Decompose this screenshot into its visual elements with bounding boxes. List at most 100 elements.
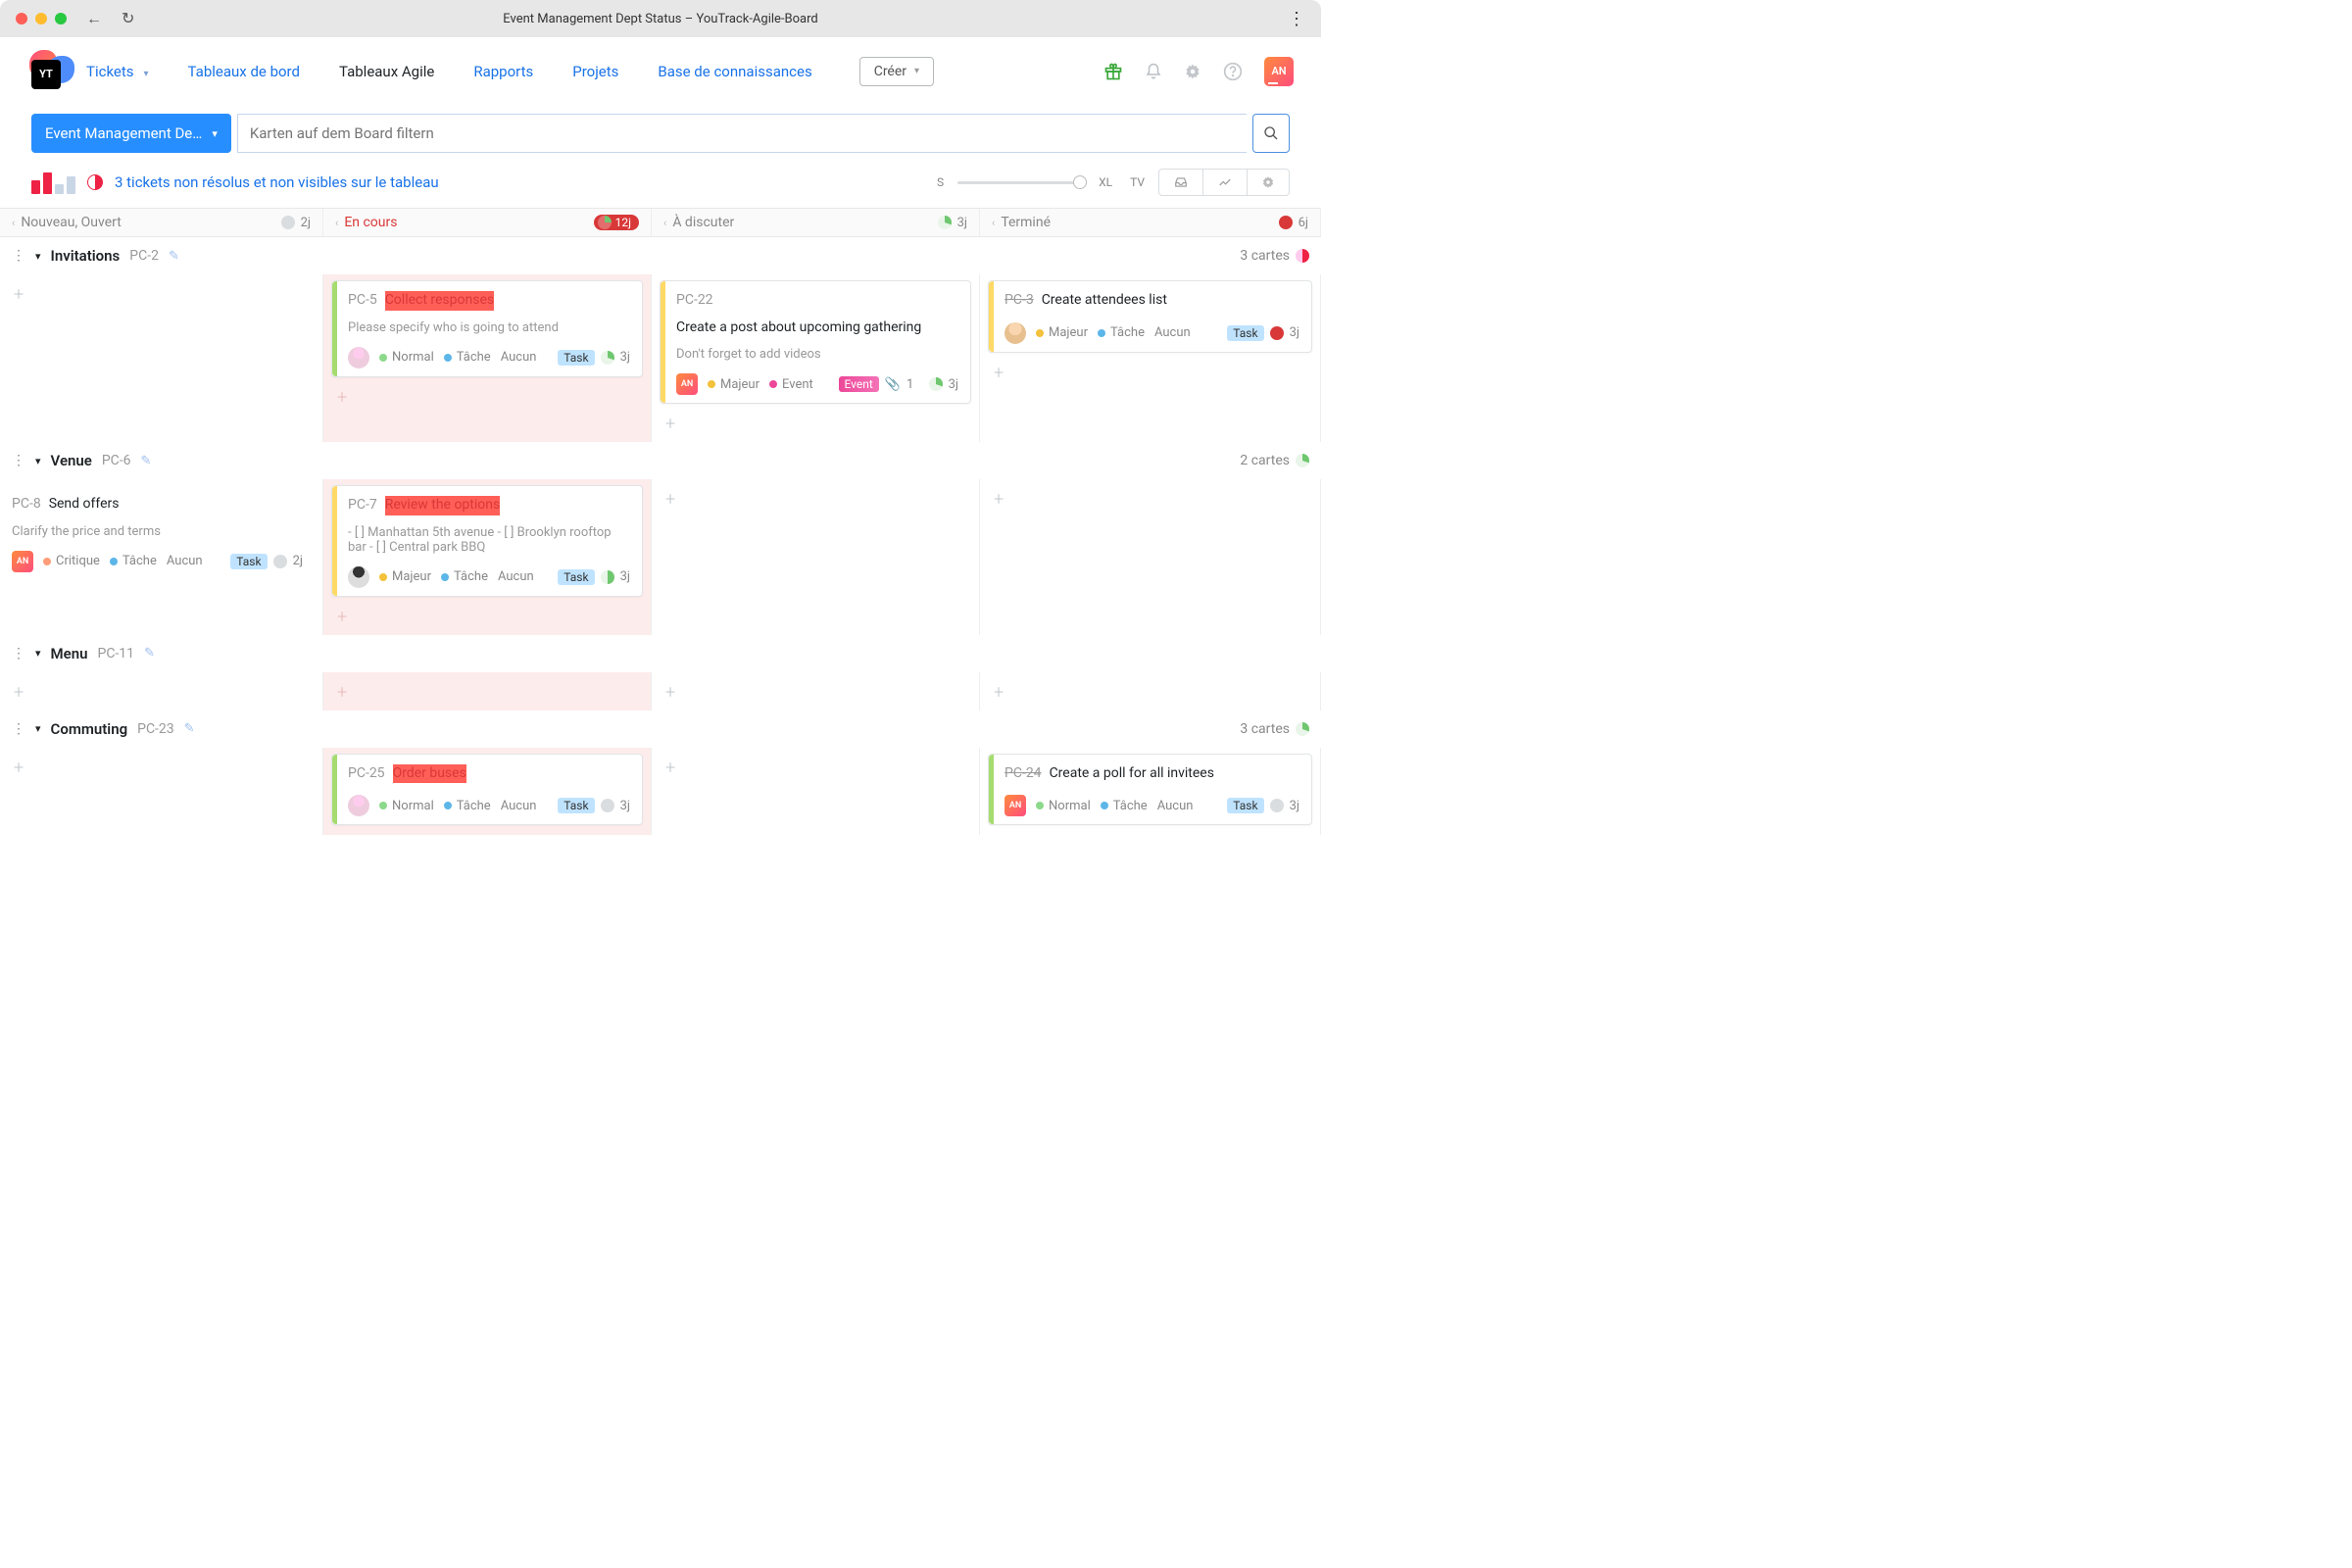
zoom-slider[interactable] (957, 181, 1085, 184)
board-cell[interactable]: PC-25Order buses Normal Tâche Aucun Task… (323, 748, 652, 836)
collapse-icon[interactable]: ▾ (35, 455, 41, 467)
collapse-icon[interactable]: ▾ (35, 722, 41, 735)
column-header[interactable]: ‹Nouveau, Ouvert2j (0, 208, 323, 237)
gift-icon[interactable] (1103, 62, 1123, 81)
nav-agile[interactable]: Tableaux Agile (339, 63, 434, 80)
add-card-icon[interactable]: + (331, 603, 353, 631)
board-cell[interactable]: + (652, 479, 980, 635)
search-button[interactable] (1252, 114, 1290, 153)
swimlane-header[interactable]: ⋮ ▾ Invitations PC-2 ✎ 3 cartes (0, 237, 1321, 274)
nav-projects[interactable]: Projets (572, 63, 618, 80)
board-cell[interactable]: + (0, 274, 323, 442)
gear-icon[interactable] (1184, 63, 1201, 80)
add-card-icon[interactable]: + (660, 754, 681, 782)
drag-handle-icon[interactable]: ⋮ (12, 453, 25, 468)
help-icon[interactable] (1223, 62, 1243, 81)
minimize-icon[interactable] (35, 13, 47, 24)
tag[interactable]: Task (1227, 325, 1263, 341)
add-card-icon[interactable]: + (660, 678, 681, 707)
inbox-icon[interactable] (1159, 170, 1202, 195)
reload-icon[interactable]: ↻ (122, 9, 134, 28)
column-header[interactable]: ‹À discuter3j (652, 208, 980, 237)
assignee-avatar[interactable]: AN (12, 551, 33, 572)
board-cell[interactable]: + (0, 672, 323, 710)
nav-dashboards[interactable]: Tableaux de bord (188, 63, 300, 80)
board-cell[interactable]: + (323, 672, 652, 710)
board-cell[interactable]: PC-24Create a poll for all invitees AN N… (980, 748, 1321, 836)
add-card-icon[interactable]: + (8, 280, 29, 309)
drag-handle-icon[interactable]: ⋮ (12, 721, 25, 737)
add-card-icon[interactable]: + (331, 678, 353, 707)
tag[interactable]: Task (1227, 798, 1263, 813)
settings-icon[interactable] (1247, 170, 1289, 195)
card[interactable]: PC-8Send offers Clarify the price and te… (8, 485, 315, 580)
card[interactable]: PC-25Order buses Normal Tâche Aucun Task… (331, 754, 643, 826)
filter-input[interactable] (237, 114, 1247, 153)
board-cell[interactable]: + (980, 479, 1321, 635)
add-card-icon[interactable]: + (988, 678, 1009, 707)
collapse-icon[interactable]: ▾ (35, 250, 41, 263)
edit-icon[interactable]: ✎ (184, 721, 195, 736)
bell-icon[interactable] (1145, 63, 1162, 80)
swimlane-header[interactable]: ⋮ ▾ Venue PC-6 ✎ 2 cartes (0, 442, 1321, 479)
board-cell[interactable]: PC-7Review the options - [ ] Manhattan 5… (323, 479, 652, 635)
drag-handle-icon[interactable]: ⋮ (12, 248, 25, 264)
app-logo[interactable]: YT (27, 48, 74, 95)
attachment-icon[interactable]: 📎 (885, 377, 901, 392)
warning-link[interactable]: 3 tickets non résolus et non visibles su… (115, 173, 439, 191)
board-cell[interactable]: PC-8Send offers Clarify the price and te… (0, 479, 323, 635)
user-avatar[interactable]: AN (1264, 57, 1294, 86)
tag[interactable]: Task (558, 350, 594, 366)
edit-icon[interactable]: ✎ (144, 646, 155, 661)
board-cell[interactable]: + (652, 672, 980, 710)
edit-icon[interactable]: ✎ (169, 249, 179, 264)
board-cell[interactable]: PC-5Collect responses Please specify who… (323, 274, 652, 442)
drag-handle-icon[interactable]: ⋮ (12, 646, 25, 662)
tag[interactable]: Task (558, 569, 594, 585)
maximize-icon[interactable] (55, 13, 67, 24)
assignee-avatar[interactable] (348, 566, 369, 588)
add-card-icon[interactable]: + (660, 485, 681, 514)
assignee-avatar[interactable] (348, 347, 369, 368)
card[interactable]: PC-3Create attendees list Majeur Tâche A… (988, 280, 1312, 353)
board-cell[interactable]: + (980, 672, 1321, 710)
edit-icon[interactable]: ✎ (141, 454, 152, 468)
assignee-avatar[interactable]: AN (1004, 795, 1026, 816)
tag[interactable]: Task (558, 798, 594, 813)
board-cell[interactable]: PC-22Create a post about upcoming gather… (652, 274, 980, 442)
assignee-avatar[interactable] (1004, 322, 1026, 344)
swimlane-header[interactable]: ⋮ ▾ Menu PC-11 ✎ (0, 635, 1321, 672)
swimlane-header[interactable]: ⋮ ▾ Commuting PC-23 ✎ 3 cartes (0, 710, 1321, 748)
more-icon[interactable]: ⋮ (1288, 9, 1305, 29)
column-header[interactable]: ‹Terminé6j (980, 208, 1321, 237)
board-cell[interactable]: + (0, 748, 323, 836)
close-icon[interactable] (16, 13, 27, 24)
nav-tickets[interactable]: Tickets▾ (86, 63, 149, 80)
collapse-icon[interactable]: ▾ (35, 647, 41, 660)
card[interactable]: PC-24Create a poll for all invitees AN N… (988, 754, 1312, 826)
nav-kb[interactable]: Base de connaissances (658, 63, 811, 80)
assignee-avatar[interactable]: AN (676, 373, 698, 395)
board-cell[interactable]: + (652, 748, 980, 836)
chart-icon[interactable] (31, 171, 75, 194)
create-button[interactable]: Créer▾ (859, 57, 934, 86)
card[interactable]: PC-5Collect responses Please specify who… (331, 280, 643, 377)
chart-view-icon[interactable] (1202, 170, 1247, 195)
add-card-icon[interactable]: + (8, 754, 29, 782)
tag[interactable]: Task (230, 554, 267, 569)
add-card-icon[interactable]: + (331, 383, 353, 412)
assignee-avatar[interactable] (348, 795, 369, 816)
tag[interactable]: Event (839, 376, 879, 392)
board-selector[interactable]: Event Management De…▾ (31, 114, 231, 153)
add-card-icon[interactable]: + (988, 485, 1009, 514)
column-header[interactable]: ‹En cours12j (323, 208, 652, 237)
add-card-icon[interactable]: + (8, 678, 29, 707)
nav-reports[interactable]: Rapports (473, 63, 533, 80)
board-cell[interactable]: PC-3Create attendees list Majeur Tâche A… (980, 274, 1321, 442)
window-controls[interactable] (16, 13, 67, 24)
add-card-icon[interactable]: + (988, 359, 1009, 387)
add-card-icon[interactable]: + (660, 410, 681, 438)
card[interactable]: PC-22Create a post about upcoming gather… (660, 280, 971, 404)
card[interactable]: PC-7Review the options - [ ] Manhattan 5… (331, 485, 643, 597)
tv-label[interactable]: TV (1130, 175, 1145, 189)
